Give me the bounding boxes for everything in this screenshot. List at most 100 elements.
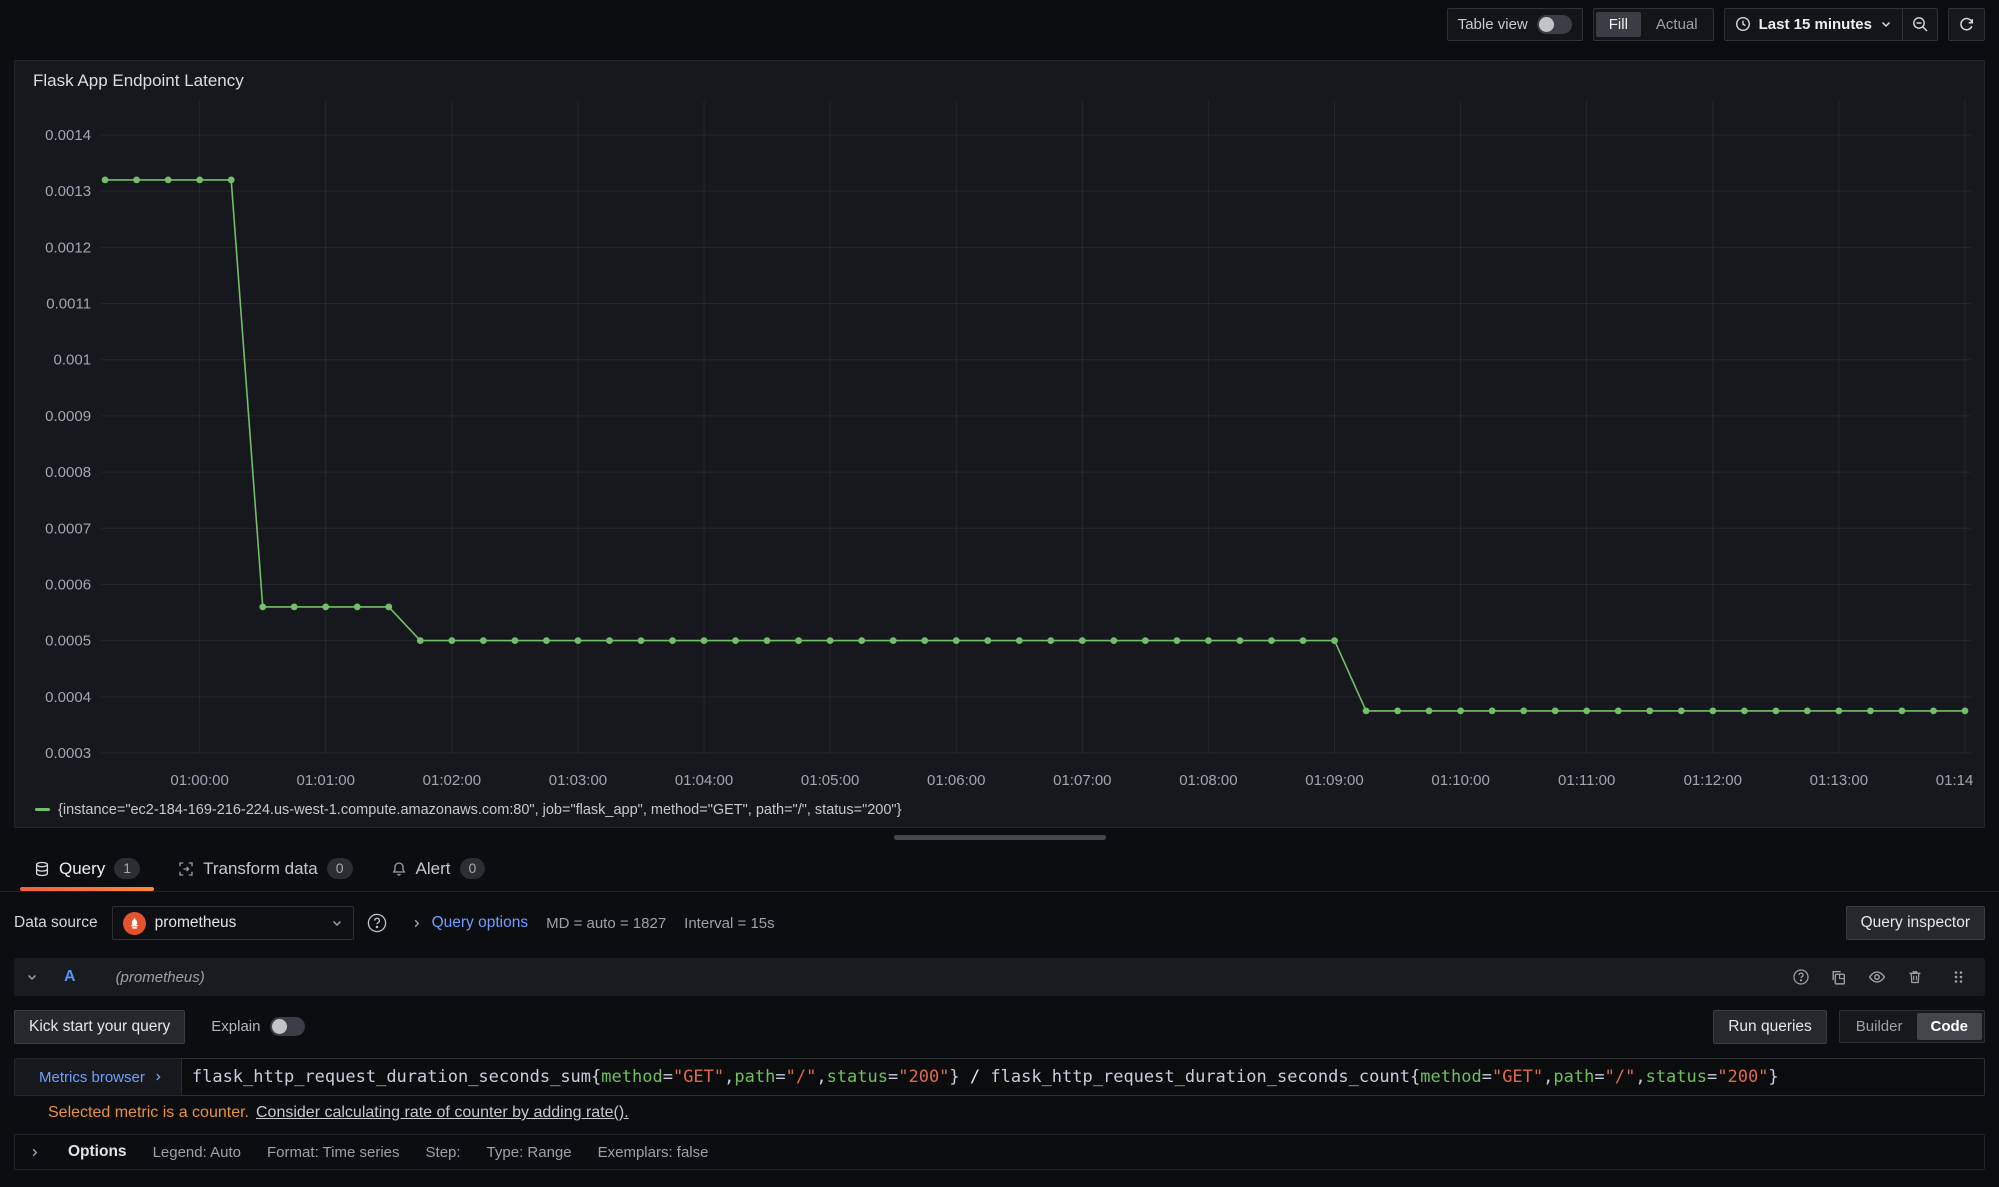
promql-editor-row: Metrics browser flask_http_request_durat… — [14, 1058, 1985, 1096]
time-range-label: Last 15 minutes — [1759, 16, 1872, 33]
options-title: Options — [68, 1143, 127, 1161]
query-editor-section: A (prometheus) — [14, 958, 1985, 1170]
svg-text:0.001: 0.001 — [54, 352, 92, 369]
refresh-button[interactable] — [1948, 8, 1985, 41]
database-icon — [34, 861, 50, 877]
svg-text:0.0012: 0.0012 — [45, 240, 91, 257]
svg-text:0.0004: 0.0004 — [45, 689, 91, 706]
zoom-out-button[interactable] — [1902, 9, 1937, 40]
chevron-down-icon[interactable] — [26, 971, 38, 983]
explain-control: Explain — [211, 1017, 305, 1036]
query-datasource-hint: (prometheus) — [116, 969, 205, 986]
chevron-right-icon — [29, 1147, 40, 1158]
chevron-right-icon — [411, 918, 422, 929]
svg-text:01:04:00: 01:04:00 — [675, 772, 733, 789]
svg-text:0.0009: 0.0009 — [45, 408, 91, 425]
query-inspector-button[interactable]: Query inspector — [1846, 906, 1985, 940]
svg-text:01:10:00: 01:10:00 — [1431, 772, 1489, 789]
tab-transform-data[interactable]: Transform data 0 — [162, 846, 368, 891]
table-view-toggle[interactable] — [1537, 15, 1572, 34]
tab-alert[interactable]: Alert 0 — [375, 846, 502, 891]
tab-transform-label: Transform data — [203, 859, 318, 879]
query-row-header[interactable]: A (prometheus) — [14, 958, 1985, 996]
query-ref-id: A — [64, 968, 76, 986]
query-options-toggle[interactable]: Query options — [411, 914, 529, 932]
drag-query-handle[interactable] — [1944, 963, 1973, 992]
chevron-down-icon — [1880, 18, 1892, 30]
svg-text:0.0008: 0.0008 — [45, 465, 91, 482]
help-icon — [1792, 968, 1810, 986]
legend-series-label[interactable]: {instance="ec2-184-169-216-224.us-west-1… — [58, 802, 901, 818]
svg-text:01:06:00: 01:06:00 — [927, 772, 985, 789]
svg-text:01:11:00: 01:11:00 — [1558, 772, 1615, 789]
time-series-chart[interactable]: 0.0014 0.0013 0.0012 0.0011 0.001 0.0009 0.000… — [25, 95, 1974, 800]
svg-text:0.0007: 0.0007 — [45, 521, 91, 538]
duplicate-query-button[interactable] — [1824, 963, 1853, 992]
warning-rate-hint-link[interactable]: Consider calculating rate of counter by … — [256, 1104, 629, 1122]
fill-actual-group: Fill Actual — [1593, 8, 1714, 41]
svg-text:01:00:00: 01:00:00 — [170, 772, 228, 789]
bell-icon — [391, 861, 407, 877]
max-data-points-text: MD = auto = 1827 — [546, 915, 666, 932]
options-legend: Legend: Auto — [153, 1144, 241, 1161]
fill-button[interactable]: Fill — [1596, 12, 1641, 37]
pane-resize-handle[interactable] — [894, 835, 1106, 840]
svg-text:01:03:00: 01:03:00 — [549, 772, 607, 789]
datasource-picker[interactable]: prometheus — [112, 906, 354, 940]
options-step: Step: — [426, 1144, 461, 1161]
svg-text:0.0005: 0.0005 — [45, 633, 91, 650]
datasource-label: Data source — [14, 914, 98, 932]
tab-query-count: 1 — [114, 858, 140, 879]
counter-warning: Selected metric is a counter. Consider c… — [14, 1104, 1985, 1122]
query-toolbar: Kick start your query Explain Run querie… — [14, 1009, 1985, 1044]
svg-text:01:07:00: 01:07:00 — [1053, 772, 1111, 789]
actual-button[interactable]: Actual — [1643, 12, 1711, 37]
svg-text:0.0014: 0.0014 — [45, 127, 91, 144]
datasource-help-button[interactable] — [360, 906, 395, 940]
builder-code-group: Builder Code — [1839, 1010, 1985, 1043]
metrics-browser-button[interactable]: Metrics browser — [14, 1058, 181, 1096]
time-range-picker[interactable]: Last 15 minutes — [1725, 9, 1902, 40]
explain-toggle[interactable] — [270, 1017, 305, 1036]
tab-alert-label: Alert — [416, 859, 451, 879]
kick-start-query-button[interactable]: Kick start your query — [14, 1010, 185, 1044]
builder-mode-button[interactable]: Builder — [1842, 1013, 1917, 1040]
query-row-actions — [1786, 963, 1973, 992]
query-options-collapsed[interactable]: Options Legend: Auto Format: Time series… — [14, 1134, 1985, 1170]
toggle-visibility-button[interactable] — [1862, 963, 1891, 992]
eye-icon — [1868, 968, 1886, 986]
grafana-panel-edit-view: Table view Fill Actual Last 15 minutes — [0, 0, 1999, 1170]
query-help-button[interactable] — [1786, 963, 1815, 992]
drag-handle-icon — [1951, 969, 1966, 985]
table-view-label: Table view — [1458, 16, 1528, 33]
options-format: Format: Time series — [267, 1144, 400, 1161]
svg-text:01:13:00: 01:13:00 — [1810, 772, 1868, 789]
svg-text:0.0011: 0.0011 — [46, 296, 91, 313]
run-queries-button[interactable]: Run queries — [1713, 1010, 1827, 1044]
prometheus-logo-icon — [123, 912, 146, 935]
svg-text:0.0013: 0.0013 — [45, 184, 91, 201]
promql-query-text: flask_http_request_duration_seconds_sum{… — [192, 1067, 1779, 1087]
chevron-right-icon — [153, 1072, 163, 1082]
delete-query-button[interactable] — [1900, 963, 1929, 992]
svg-text:01:01:00: 01:01:00 — [297, 772, 355, 789]
code-mode-button[interactable]: Code — [1917, 1013, 1983, 1040]
trash-icon — [1907, 969, 1923, 985]
top-bar: Table view Fill Actual Last 15 minutes — [0, 0, 1999, 48]
promql-query-input[interactable]: flask_http_request_duration_seconds_sum{… — [181, 1058, 1985, 1096]
svg-text:01:09:00: 01:09:00 — [1305, 772, 1363, 789]
svg-text:0.0003: 0.0003 — [45, 745, 91, 762]
tab-query[interactable]: Query 1 — [18, 846, 156, 891]
svg-text:01:02:00: 01:02:00 — [423, 772, 481, 789]
datasource-value: prometheus — [155, 914, 322, 932]
chart-canvas[interactable]: 0.0014 0.0013 0.0012 0.0011 0.001 0.0009 0.000… — [25, 95, 1974, 795]
tab-transform-count: 0 — [327, 858, 353, 879]
svg-text:01:14:00: 01:14:00 — [1936, 772, 1974, 789]
svg-text:01:08:00: 01:08:00 — [1179, 772, 1237, 789]
copy-icon — [1830, 969, 1847, 986]
transform-icon — [178, 861, 194, 877]
tab-alert-count: 0 — [460, 858, 486, 879]
zoom-out-icon — [1912, 16, 1929, 33]
time-range-group: Last 15 minutes — [1724, 8, 1938, 41]
tab-query-label: Query — [59, 859, 105, 879]
